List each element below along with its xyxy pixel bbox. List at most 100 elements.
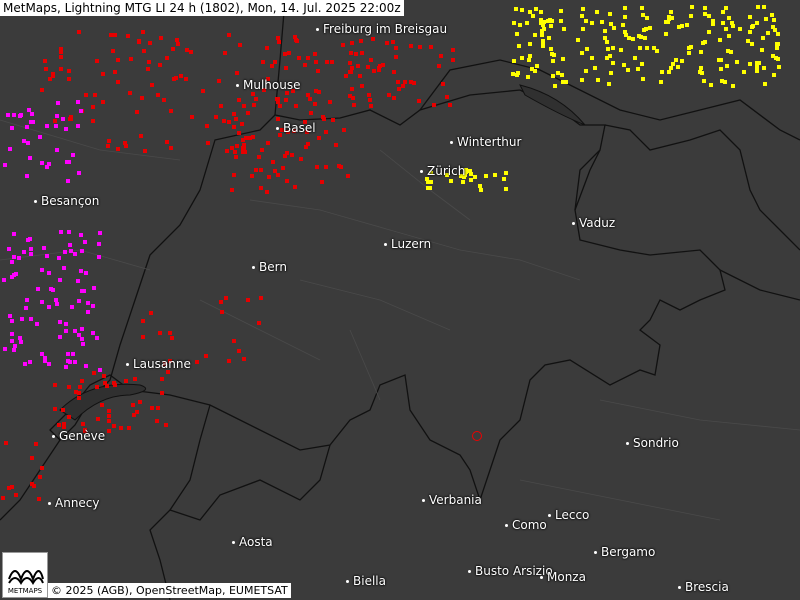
lightning-strike	[147, 60, 151, 64]
lightning-strike	[150, 406, 154, 410]
lightning-strike	[135, 110, 139, 114]
lightning-strike	[86, 301, 90, 305]
lightning-strike	[418, 45, 422, 49]
lightning-strike	[42, 246, 46, 250]
lightning-strike	[232, 339, 236, 343]
city-dot	[572, 222, 575, 225]
lightning-strike	[626, 68, 630, 72]
city-dot	[52, 435, 55, 438]
lightning-strike	[7, 486, 11, 490]
lightning-strike	[230, 188, 234, 192]
lightning-strike	[396, 80, 400, 84]
lightning-strike	[29, 247, 33, 251]
lightning-strike	[12, 113, 16, 117]
lightning-strike	[350, 66, 354, 70]
city-name: Monza	[547, 570, 586, 584]
lightning-strike	[367, 93, 371, 97]
lightning-strike	[756, 5, 760, 9]
lightning-strike	[637, 34, 641, 38]
lightning-strike	[306, 56, 310, 60]
lightning-strike	[113, 70, 117, 74]
lightning-strike	[246, 298, 250, 302]
metmaps-logo[interactable]: METMAPS	[2, 552, 48, 598]
lightning-strike	[667, 15, 671, 19]
lightning-strike	[80, 337, 84, 341]
lightning-strike	[313, 52, 317, 56]
lightning-strike	[59, 67, 63, 71]
lightning-strike	[350, 41, 354, 45]
lightning-strike	[290, 153, 294, 157]
lightning-strike	[123, 141, 127, 145]
lightning-strike	[585, 47, 589, 51]
lightning-strike	[761, 36, 765, 40]
lightning-strike	[2, 278, 6, 282]
city-label: Aosta	[232, 535, 273, 549]
lightning-strike	[82, 289, 86, 293]
lightning-strike	[530, 67, 534, 71]
lightning-strike	[387, 93, 391, 97]
lightning-strike	[19, 340, 23, 344]
lightning-strike	[608, 12, 612, 16]
lightning-strike	[107, 429, 111, 433]
lightning-strike	[8, 314, 12, 318]
lightning-strike	[394, 46, 398, 50]
city-name: Zürich	[427, 164, 466, 178]
lightning-strike	[512, 59, 516, 63]
lightning-strike	[206, 141, 210, 145]
metmaps-logo-icon: METMAPS	[8, 570, 44, 595]
lightning-strike	[38, 135, 42, 139]
lightning-strike	[535, 64, 539, 68]
lightning-strike	[131, 403, 135, 407]
lightning-strike	[528, 42, 532, 46]
lightning-strike	[38, 475, 42, 479]
lightning-strike	[270, 64, 274, 68]
lightning-strike	[67, 385, 71, 389]
lightning-strike	[512, 21, 516, 25]
lightning-strike	[67, 160, 71, 164]
attribution[interactable]: © 2025 (AGB), OpenStreetMap, EUMETSAT	[48, 583, 291, 598]
lightning-strike	[195, 360, 199, 364]
lightning-strike	[315, 165, 319, 169]
lightning-strike	[28, 156, 32, 160]
lightning-strike	[703, 40, 707, 44]
city-dot	[626, 442, 629, 445]
lightning-strike	[112, 424, 116, 428]
lightning-strike	[91, 119, 95, 123]
lightning-strike	[600, 20, 604, 24]
lightning-strike	[227, 120, 231, 124]
lightning-strike	[369, 58, 373, 62]
lightning-strike	[660, 70, 664, 74]
city-dot	[548, 514, 551, 517]
lightning-strike	[351, 96, 355, 100]
lightning-strike	[10, 319, 14, 323]
lightning-strike	[267, 175, 271, 179]
lightning-strike	[100, 403, 104, 407]
lightning-strike	[91, 331, 95, 335]
lightning-strike	[28, 360, 32, 364]
lightning-strike	[607, 82, 611, 86]
lightning-strike	[235, 144, 239, 148]
city-label: Verbania	[422, 493, 482, 507]
map-title: MetMaps, Lightning MTG LI 24 h (1802), M…	[0, 0, 404, 16]
lightning-strike	[358, 74, 362, 78]
lightning-strike	[643, 36, 647, 40]
lightning-strike	[709, 83, 713, 87]
lightning-strike	[67, 415, 71, 419]
lightning-strike	[277, 40, 281, 44]
lightning-strike	[140, 96, 144, 100]
city-name: Genève	[59, 429, 106, 443]
lightning-strike	[170, 336, 174, 340]
lightning-strike	[98, 231, 102, 235]
lightning-map[interactable]: Freiburg im Breisgau Mulhouse Basel Wintert…	[0, 0, 800, 600]
lightning-strike	[621, 23, 625, 27]
lightning-strike	[84, 271, 88, 275]
lightning-strike	[59, 47, 63, 51]
lightning-strike	[18, 336, 22, 340]
city-dot	[232, 541, 235, 544]
lightning-strike	[204, 354, 208, 358]
lightning-strike	[284, 98, 288, 102]
lightning-strike	[774, 56, 778, 60]
lightning-strike	[97, 242, 101, 246]
lightning-strike	[124, 379, 128, 383]
lightning-strike	[764, 17, 768, 21]
